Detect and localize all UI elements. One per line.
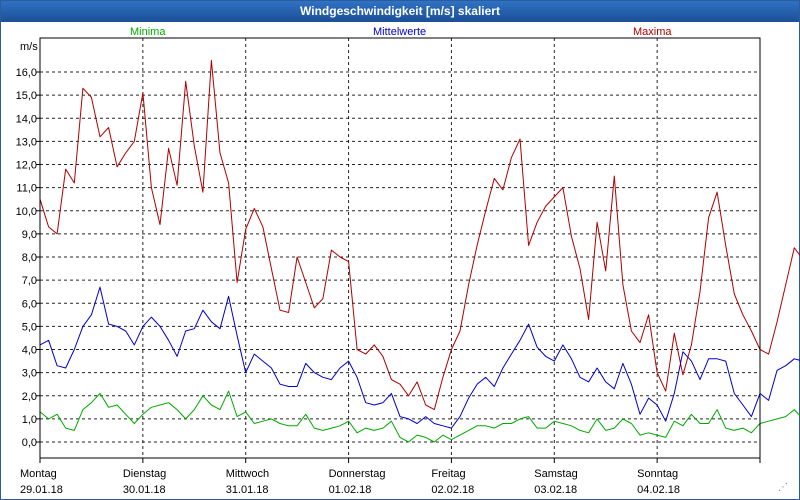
y-tick-label: 2,0 bbox=[22, 391, 37, 403]
y-tick-label: 13,0 bbox=[16, 136, 37, 148]
y-tick-label: 16,0 bbox=[16, 67, 37, 79]
x-tick-label-date: 29.01.18 bbox=[20, 484, 63, 496]
x-tick-label-day: Freitag bbox=[431, 468, 465, 480]
x-tick-label-date: 04.02.18 bbox=[637, 484, 680, 496]
y-tick-label: 8,0 bbox=[22, 252, 37, 264]
y-tick-label: 10,0 bbox=[16, 206, 37, 218]
plot-area bbox=[39, 37, 761, 459]
y-tick-label: 0,0 bbox=[22, 437, 37, 449]
x-tick-label-day: Samstag bbox=[534, 468, 577, 480]
x-tick-label-day: Mittwoch bbox=[226, 468, 269, 480]
y-tick-label: 9,0 bbox=[22, 229, 37, 241]
x-tick-label-date: 30.01.18 bbox=[123, 484, 166, 496]
x-tick-label-day: Dienstag bbox=[123, 468, 166, 480]
y-tick-label: 14,0 bbox=[16, 113, 37, 125]
y-tick-label: 11,0 bbox=[16, 183, 37, 195]
x-tick-label-date: 03.02.18 bbox=[534, 484, 577, 496]
x-tick-label-date: 31.01.18 bbox=[226, 484, 269, 496]
x-tick-label-day: Sonntag bbox=[637, 468, 678, 480]
y-tick-label: 5,0 bbox=[22, 321, 37, 333]
x-tick-label-date: 01.02.18 bbox=[329, 484, 372, 496]
y-tick-label: 15,0 bbox=[16, 90, 37, 102]
wind-speed-chart: 0,0 1,0 2,0 3,0 4,0 5,0 6,0 7,0 8,0 9,0 10,0 11,0 12… bbox=[16, 37, 800, 496]
y-tick-label: 1,0 bbox=[22, 414, 37, 426]
y-tick-label: 12,0 bbox=[16, 160, 37, 172]
y-tick-label: 3,0 bbox=[22, 368, 37, 380]
x-tick-label-date: 02.02.18 bbox=[431, 484, 474, 496]
x-tick-label-day: Donnerstag bbox=[329, 468, 386, 480]
y-tick-label: 7,0 bbox=[22, 275, 37, 287]
y-tick-label: 4,0 bbox=[22, 345, 37, 357]
x-tick-label-day: Montag bbox=[20, 468, 57, 480]
y-tick-label: 6,0 bbox=[22, 298, 37, 310]
resize-grip-icon[interactable]: ⋰ bbox=[775, 482, 791, 496]
